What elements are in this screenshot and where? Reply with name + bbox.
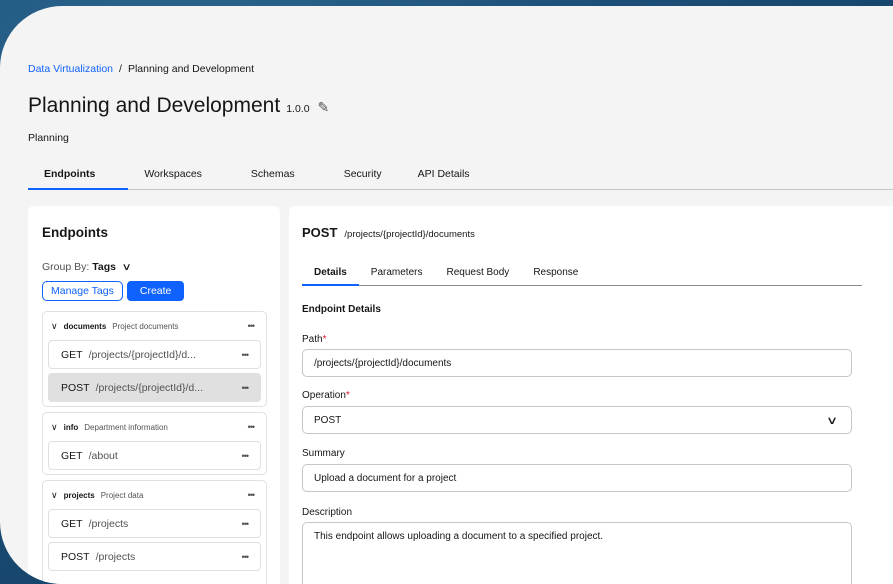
overflow-menu-icon[interactable]: ••• (242, 383, 250, 393)
group-name: info (63, 422, 79, 432)
description-label: Description (302, 507, 353, 518)
group-by-value: Tags (92, 261, 117, 273)
endpoints-panel: Endpoints Group By: Tags ∨ Manage Tags C… (28, 206, 280, 584)
main-tabs: Endpoints Workspaces Schemas Security AP… (28, 160, 893, 190)
tab-schemas[interactable]: Schemas (235, 160, 328, 190)
description-textarea[interactable]: This endpoint allows uploading a documen… (302, 522, 852, 584)
app-window: Data Virtualization / Planning and Develop… (0, 6, 893, 584)
endpoint-heading: POST /projects/{projectId}/documents (302, 225, 475, 240)
summary-input[interactable]: Upload a document for a project (302, 464, 852, 492)
endpoint-method: GET (61, 449, 83, 462)
chevron-down-icon: ∨ (51, 489, 58, 500)
group-description: Department information (84, 422, 168, 432)
endpoint-path: /projects/{projectId}/d... (95, 381, 203, 394)
page-subtitle: Planning (28, 132, 69, 144)
overflow-menu-icon[interactable]: ••• (242, 519, 250, 529)
group-by-dropdown[interactable]: Group By: Tags ∨ (42, 261, 132, 273)
pencil-icon[interactable]: ✎ (318, 99, 330, 116)
endpoint-item[interactable]: GET /projects ••• (48, 509, 261, 538)
tab-parameters[interactable]: Parameters (359, 266, 435, 286)
breadcrumb-current: Planning and Development (127, 63, 255, 75)
tab-security[interactable]: Security (328, 160, 402, 190)
detail-method: POST (302, 225, 338, 240)
endpoint-method: POST (61, 550, 90, 563)
endpoint-path: /projects (88, 517, 129, 530)
operation-label: Operation* (302, 390, 350, 401)
page-title: Planning and Development 1.0.0 ✎ (28, 94, 329, 118)
path-input-value: /projects/{projectId}/documents (314, 357, 452, 369)
summary-input-value: Upload a document for a project (314, 472, 457, 484)
version-label: 1.0.0 (286, 103, 310, 115)
tag-group-info: ∨ info Department information ••• GET /a… (42, 412, 267, 475)
endpoint-item-selected[interactable]: POST /projects/{projectId}/d... ••• (48, 373, 261, 402)
detail-tabs: Details Parameters Request Body Response (302, 266, 862, 286)
endpoint-method: GET (61, 517, 83, 530)
tab-response[interactable]: Response (521, 266, 590, 286)
overflow-menu-icon[interactable]: ••• (242, 350, 250, 360)
group-header[interactable]: ∨ documents Project documents ••• (43, 312, 266, 340)
section-title: Endpoint Details (302, 304, 381, 315)
manage-tags-button[interactable]: Manage Tags (42, 281, 123, 301)
chevron-down-icon: ∨ (51, 421, 58, 432)
breadcrumb-root-link[interactable]: Data Virtualization (28, 63, 113, 75)
overflow-menu-icon[interactable]: ••• (242, 552, 250, 562)
breadcrumb: Data Virtualization / Planning and Develop… (28, 63, 254, 75)
group-name: projects (63, 490, 95, 500)
path-input[interactable]: /projects/{projectId}/documents (302, 349, 852, 377)
endpoint-path: /projects (95, 550, 136, 563)
endpoint-item[interactable]: GET /about ••• (48, 441, 261, 470)
tag-group-documents: ∨ documents Project documents ••• GET /p… (42, 311, 267, 407)
overflow-menu-icon[interactable]: ••• (248, 422, 256, 432)
chevron-down-icon: ∨ (825, 414, 839, 427)
chevron-down-icon: ∨ (51, 320, 58, 331)
summary-label: Summary (302, 448, 345, 459)
overflow-menu-icon[interactable]: ••• (248, 321, 256, 331)
endpoint-method: GET (61, 348, 83, 361)
operation-select[interactable]: POST ∨ (302, 406, 852, 434)
group-header[interactable]: ∨ projects Project data ••• (43, 481, 266, 509)
overflow-menu-icon[interactable]: ••• (242, 451, 250, 461)
required-marker: * (322, 334, 327, 345)
create-button[interactable]: Create (126, 281, 185, 301)
endpoint-item[interactable]: GET /projects/{projectId}/d... ••• (48, 340, 261, 369)
endpoint-method: POST (61, 381, 90, 394)
overflow-menu-icon[interactable]: ••• (248, 490, 256, 500)
action-buttons: Manage Tags Create (42, 281, 185, 301)
group-description: Project documents (112, 321, 179, 331)
detail-path: /projects/{projectId}/documents (344, 229, 475, 240)
endpoint-path: /about (88, 449, 118, 462)
group-name: documents (63, 321, 107, 331)
endpoint-path: /projects/{projectId}/d... (88, 348, 196, 361)
endpoint-detail-panel: POST /projects/{projectId}/documents Det… (289, 206, 893, 584)
operation-select-value: POST (314, 414, 342, 426)
group-header[interactable]: ∨ info Department information ••• (43, 413, 266, 441)
path-label-text: Path (302, 334, 323, 345)
tab-request-body[interactable]: Request Body (434, 266, 521, 286)
group-description: Project data (100, 490, 144, 500)
required-marker: * (345, 390, 350, 401)
chevron-down-icon: ∨ (121, 261, 132, 273)
tab-workspaces[interactable]: Workspaces (128, 160, 235, 190)
tab-details[interactable]: Details (302, 266, 359, 286)
tab-api-details[interactable]: API Details (402, 160, 486, 190)
group-by-label: Group By: (42, 261, 90, 273)
panel-title: Endpoints (42, 225, 108, 240)
path-label: Path* (302, 334, 326, 345)
page-title-text: Planning and Development (28, 94, 281, 117)
endpoint-item[interactable]: POST /projects ••• (48, 542, 261, 571)
description-textarea-value: This endpoint allows uploading a documen… (314, 531, 604, 542)
breadcrumb-separator: / (119, 63, 122, 75)
operation-label-text: Operation (302, 390, 346, 401)
tab-endpoints[interactable]: Endpoints (28, 160, 129, 190)
tag-group-projects: ∨ projects Project data ••• GET /project… (42, 480, 267, 584)
